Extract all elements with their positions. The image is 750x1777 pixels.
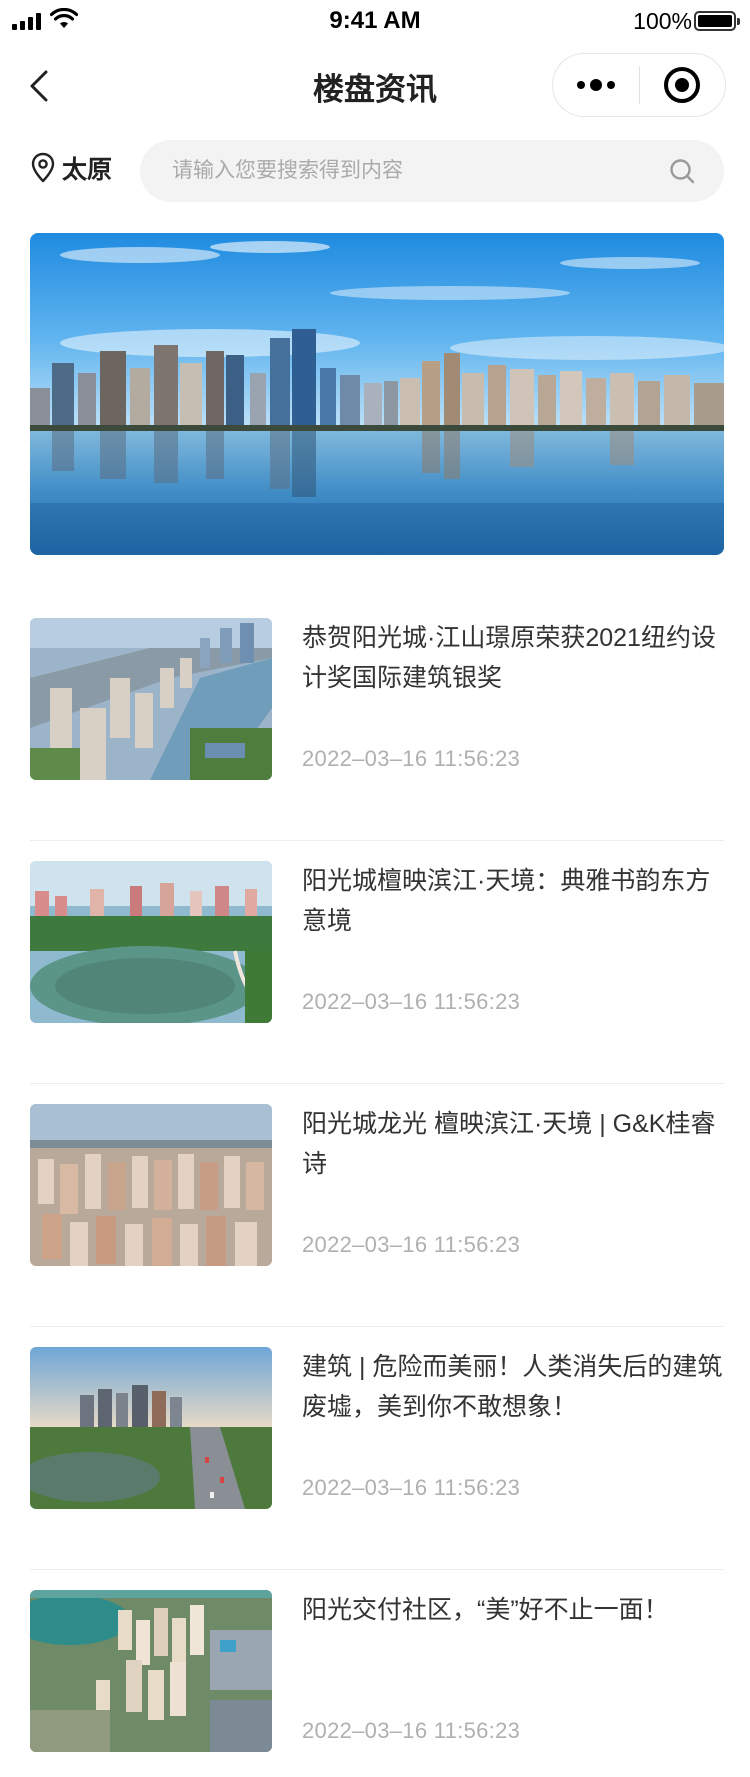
news-thumbnail [30, 1104, 272, 1266]
community-towers-aerial-photo [30, 1590, 272, 1752]
news-list: 恭贺阳光城·江山璟原荣获2021纽约设计奖国际建筑银奖 2022–03–16 1… [30, 598, 724, 1777]
location-pin-icon [31, 152, 55, 183]
aerial-city-river-photo [30, 618, 272, 780]
news-thumbnail [30, 618, 272, 780]
news-thumbnail [30, 1590, 272, 1752]
battery-icon [694, 11, 740, 31]
battery-percent: 100% [633, 8, 692, 34]
news-date: 2022–03–16 11:56:23 [302, 1475, 521, 1500]
banner-image[interactable] [30, 233, 724, 555]
highway-towers-lake-photo [30, 1347, 272, 1509]
news-title: 阳光城檀映滨江·天境：典雅书韵东方意境 [302, 867, 711, 935]
news-item[interactable]: 阳光城檀映滨江·天境：典雅书韵东方意境 2022–03–16 11:56:23 [30, 841, 724, 1084]
news-date: 2022–03–16 11:56:23 [302, 746, 521, 771]
news-date: 2022–03–16 11:56:23 [302, 1232, 521, 1257]
search-input[interactable] [140, 140, 660, 202]
status-bar: 9:41 AM 100% [0, 0, 750, 44]
search-icon[interactable] [668, 157, 696, 185]
lake-park-towers-photo [30, 861, 272, 1023]
dense-residential-aerial-photo [30, 1104, 272, 1266]
news-title: 阳光交付社区，“美”好不止一面！ [302, 1596, 669, 1624]
news-item[interactable]: 建筑 | 危险而美丽！人类消失后的建筑废墟，美到你不敢想象！ 2022–03–1… [30, 1327, 724, 1570]
close-target-icon[interactable] [640, 53, 726, 117]
news-date: 2022–03–16 11:56:23 [302, 1718, 521, 1743]
news-date: 2022–03–16 11:56:23 [302, 989, 521, 1014]
news-item[interactable]: 阳光交付社区，“美”好不止一面！ 2022–03–16 11:56:23 [30, 1570, 724, 1777]
more-dots-icon[interactable] [553, 53, 639, 117]
news-title: 阳光城龙光 檀映滨江·天境 | G&K桂睿诗 [302, 1110, 716, 1178]
news-item[interactable]: 阳光城龙光 檀映滨江·天境 | G&K桂睿诗 2022–03–16 11:56:… [30, 1084, 724, 1327]
news-title: 恭贺阳光城·江山璟原荣获2021纽约设计奖国际建筑银奖 [302, 624, 716, 692]
miniprogram-capsule [552, 53, 726, 117]
news-item[interactable]: 恭贺阳光城·江山璟原荣获2021纽约设计奖国际建筑银奖 2022–03–16 1… [30, 598, 724, 841]
search-row: 太原 [0, 140, 750, 202]
search-box [140, 140, 724, 202]
city-label: 太原 [62, 156, 113, 184]
location-selector[interactable]: 太原 [30, 150, 112, 186]
news-thumbnail [30, 1347, 272, 1509]
news-title: 建筑 | 危险而美丽！人类消失后的建筑废墟，美到你不敢想象！ [302, 1353, 723, 1421]
news-thumbnail [30, 861, 272, 1023]
city-skyline-reflection-photo [30, 233, 724, 555]
nav-bar: 楼盘资讯 [0, 44, 750, 132]
